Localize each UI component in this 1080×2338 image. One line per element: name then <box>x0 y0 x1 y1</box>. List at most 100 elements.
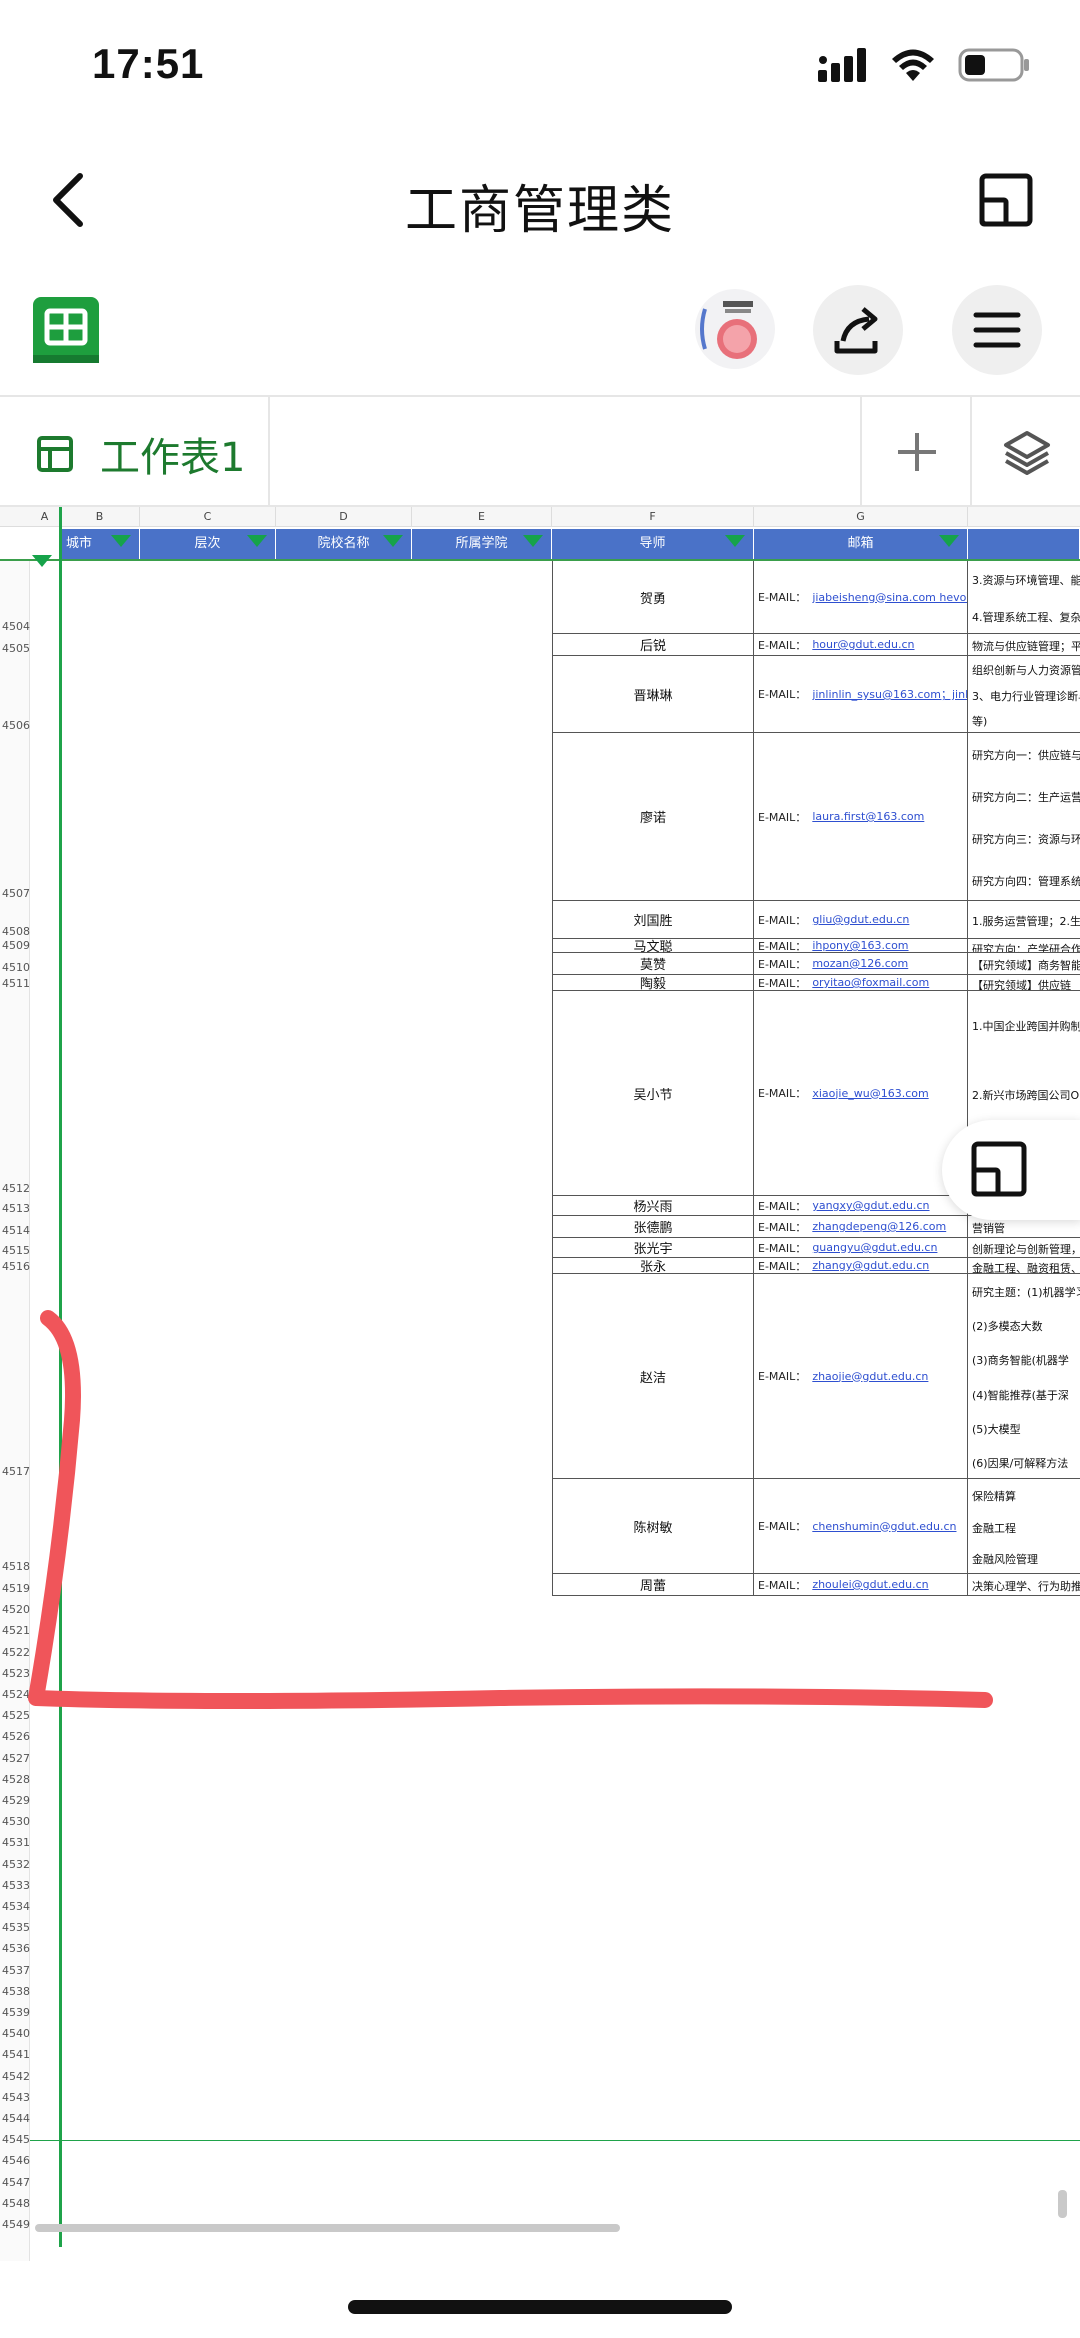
advisor-cell[interactable]: 陶毅 <box>552 975 754 992</box>
menu-button[interactable] <box>952 285 1042 375</box>
row-number[interactable]: 4508 <box>2 925 30 938</box>
row-number[interactable]: 4543 <box>2 2091 30 2104</box>
row-number[interactable]: 4518 <box>2 1560 30 1573</box>
header-level[interactable]: 层次 <box>140 529 276 559</box>
email-cell[interactable]: E-MAIL： zhoulei@gdut.edu.cn <box>754 1574 968 1595</box>
home-indicator[interactable] <box>348 2300 732 2314</box>
row-number[interactable]: 4531 <box>2 1836 30 1849</box>
row-number[interactable]: 4513 <box>2 1202 30 1215</box>
row-number[interactable]: 4520 <box>2 1603 30 1616</box>
row-number[interactable]: 4549 <box>2 2218 30 2231</box>
header-city[interactable]: 城市 <box>60 529 140 559</box>
row-number[interactable]: 4528 <box>2 1773 30 1786</box>
research-cell[interactable]: 创新理论与创新管理，科 <box>968 1238 1080 1257</box>
row-number[interactable]: 4512 <box>2 1182 30 1195</box>
row-number[interactable]: 4533 <box>2 1879 30 1892</box>
row-number[interactable]: 4527 <box>2 1752 30 1765</box>
col-letter-b[interactable]: B <box>60 507 140 527</box>
email-link[interactable]: chenshumin@gdut.edu.cn <box>812 1520 956 1533</box>
research-cell[interactable]: 【研究领域】商务智能、 <box>968 953 1080 974</box>
research-cell[interactable]: 3.资源与环境管理、能源 4.管理系统工程、复杂系 <box>968 561 1080 633</box>
advisor-cell[interactable]: 刘国胜 <box>552 901 754 938</box>
row-number[interactable]: 4525 <box>2 1709 30 1722</box>
row-number[interactable]: 4545 <box>2 2133 30 2146</box>
table-row[interactable]: 赵洁 E-MAIL： zhaojie@gdut.edu.cn 研究主题：(1)机器学习… <box>552 1274 1080 1479</box>
research-cell[interactable]: 【研究领域】供应链 <box>968 975 1080 990</box>
row-number[interactable]: 4539 <box>2 2006 30 2019</box>
row-number[interactable]: 4521 <box>2 1624 30 1637</box>
spreadsheet-app-icon[interactable] <box>33 297 99 363</box>
email-link[interactable]: hour@gdut.edu.cn <box>812 638 914 651</box>
row-number[interactable]: 4511 <box>2 977 30 990</box>
email-cell[interactable]: E-MAIL： hour@gdut.edu.cn <box>754 634 968 655</box>
research-cell[interactable]: 1.服务运营管理；2.生产 <box>968 901 1080 938</box>
email-cell[interactable]: E-MAIL： jinlinlin_sysu@163.com；jinlinlin <box>754 656 968 732</box>
avatar[interactable] <box>695 289 775 369</box>
table-row[interactable]: 刘国胜 E-MAIL： gliu@gdut.edu.cn 1.服务运营管理；2.生产 <box>552 901 1080 939</box>
col-letter-f[interactable]: F <box>552 507 754 527</box>
advisor-cell[interactable]: 张德鹏 <box>552 1216 754 1237</box>
table-row[interactable]: 周蕾 E-MAIL： zhoulei@gdut.edu.cn 决策心理学、行为助推、 <box>552 1574 1080 1596</box>
advisor-cell[interactable]: 廖诺 <box>552 733 754 900</box>
research-cell[interactable]: 研究主题：(1)机器学习((2)多模态大数 (3)商务智能(机器学 (4)智能推荐(… <box>968 1274 1080 1478</box>
email-cell[interactable]: E-MAIL： laura.first@163.com <box>754 733 968 900</box>
email-cell[interactable]: E-MAIL： chenshumin@gdut.edu.cn <box>754 1479 968 1573</box>
filter-arrow-icon[interactable] <box>725 535 745 547</box>
email-link[interactable]: ihpony@163.com <box>812 939 908 952</box>
email-link[interactable]: mozan@126.com <box>812 957 908 970</box>
row-number[interactable]: 4524 <box>2 1688 30 1701</box>
email-link[interactable]: oryitao@foxmail.com <box>812 976 929 989</box>
email-link[interactable]: zhoulei@gdut.edu.cn <box>812 1578 928 1591</box>
row-number[interactable]: 4526 <box>2 1730 30 1743</box>
col-letter-c[interactable]: C <box>140 507 276 527</box>
row-number[interactable]: 4529 <box>2 1794 30 1807</box>
row-number[interactable]: 4516 <box>2 1260 30 1273</box>
email-cell[interactable]: E-MAIL： guangyu@gdut.edu.cn <box>754 1238 968 1257</box>
row-number[interactable]: 4547 <box>2 2176 30 2189</box>
email-cell[interactable]: E-MAIL： oryitao@foxmail.com <box>754 975 968 990</box>
email-link[interactable]: laura.first@163.com <box>812 810 924 823</box>
row-number[interactable]: 4536 <box>2 1942 30 1955</box>
row-number[interactable]: 4537 <box>2 1964 30 1977</box>
email-link[interactable]: xiaojie_wu@163.com <box>812 1087 928 1100</box>
horizontal-scrollbar[interactable] <box>35 2224 620 2232</box>
email-link[interactable]: zhangdepeng@126.com <box>812 1220 946 1233</box>
table-row[interactable]: 莫赞 E-MAIL： mozan@126.com 【研究领域】商务智能、 <box>552 953 1080 975</box>
row-number[interactable]: 4523 <box>2 1667 30 1680</box>
row-number[interactable]: 4548 <box>2 2197 30 2210</box>
advisor-cell[interactable]: 莫赞 <box>552 953 754 974</box>
row-number[interactable]: 4510 <box>2 961 30 974</box>
header-college[interactable]: 所属学院 <box>412 529 552 559</box>
research-cell[interactable]: 物流与供应链管理；平台 <box>968 634 1080 655</box>
email-cell[interactable]: E-MAIL： yangxy@gdut.edu.cn <box>754 1196 968 1215</box>
sheet-tab[interactable]: 工作表1 <box>0 397 270 507</box>
row-number[interactable]: 4514 <box>2 1224 30 1237</box>
sheet-list-button[interactable] <box>970 397 1080 507</box>
row-number[interactable]: 4541 <box>2 2048 30 2061</box>
advisor-cell[interactable]: 马文聪 <box>552 939 754 955</box>
filter-arrow-icon[interactable] <box>939 535 959 547</box>
email-cell[interactable]: E-MAIL： zhaojie@gdut.edu.cn <box>754 1274 968 1478</box>
col-letter-a[interactable]: A <box>30 507 60 527</box>
row-number[interactable]: 4522 <box>2 1646 30 1659</box>
email-link[interactable]: zhangy@gdut.edu.cn <box>812 1259 929 1272</box>
filter-arrow-icon[interactable] <box>32 555 52 567</box>
row-number[interactable]: 4530 <box>2 1815 30 1828</box>
table-row[interactable]: 陶毅 E-MAIL： oryitao@foxmail.com 【研究领域】供应链 <box>552 975 1080 992</box>
table-row[interactable]: 张永 E-MAIL： zhangy@gdut.edu.cn 金融工程、融资租赁、科 <box>552 1258 1080 1275</box>
spreadsheet-grid[interactable]: A B C D E F G 城市 层次 院校名称 所属学院 导师 邮箱 4504… <box>0 507 1080 2267</box>
row-number[interactable]: 4505 <box>2 642 30 655</box>
header-advisor[interactable]: 导师 <box>552 529 754 559</box>
research-cell[interactable]: 金融工程、融资租赁、科 <box>968 1258 1080 1273</box>
row-number[interactable]: 4538 <box>2 1985 30 1998</box>
email-cell[interactable]: E-MAIL： mozan@126.com <box>754 953 968 974</box>
email-link[interactable]: zhaojie@gdut.edu.cn <box>812 1370 928 1383</box>
advisor-cell[interactable]: 晋琳琳 <box>552 656 754 732</box>
row-number[interactable]: 4540 <box>2 2027 30 2040</box>
advisor-cell[interactable]: 张永 <box>552 1258 754 1275</box>
filter-arrow-icon[interactable] <box>247 535 267 547</box>
email-cell[interactable]: E-MAIL： ihpony@163.com <box>754 939 968 952</box>
research-cell[interactable]: 决策心理学、行为助推、 <box>968 1574 1080 1595</box>
research-cell[interactable]: 组织创新与人力资源管理 3、电力行业管理诊断与等) <box>968 656 1080 732</box>
header-email[interactable]: 邮箱 <box>754 529 968 559</box>
